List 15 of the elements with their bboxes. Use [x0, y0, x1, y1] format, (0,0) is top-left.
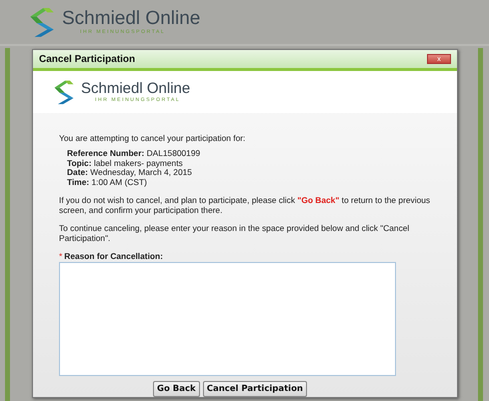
reason-label: Reason for Cancellation:: [64, 251, 163, 261]
action-button[interactable]: Go Back: [153, 381, 200, 397]
reason-field[interactable]: [59, 262, 396, 376]
detail-line: Topic: label makers- payments: [67, 158, 184, 168]
brand-name: Schmiedl Online: [62, 8, 200, 28]
brand-name: Schmiedl Online: [81, 80, 190, 96]
detail-line: Date: Wednesday, March 4, 2015: [67, 168, 193, 178]
required-mark: *: [59, 251, 62, 261]
go-back-note: If you do not wish to cancel, and plan to participate, please click "Go Back" to return to the previous screen, and confirm your participation there.: [59, 195, 431, 215]
detail-line: Reference Number: DAL15800199: [67, 149, 202, 158]
intro-text: You are attempting to cancel your participation for:: [59, 133, 246, 143]
continue-note: To continue canceling, please enter your reason in the space provided below and click "Cancel Participation".: [59, 223, 410, 243]
action-button[interactable]: Cancel Participation: [202, 381, 307, 397]
detail-line: Time: 1:00 AM (CST): [67, 178, 148, 187]
dialog-title: Cancel Participation: [39, 54, 136, 64]
